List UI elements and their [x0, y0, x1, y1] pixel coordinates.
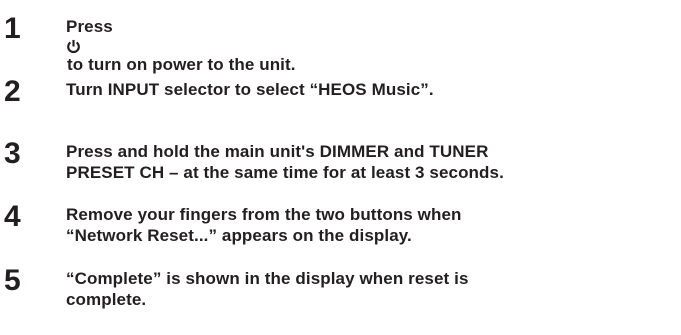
step-text-line-1: “Complete” is shown in the display when …: [66, 269, 469, 288]
step-text: Turn INPUT selector to select “HEOS Musi…: [66, 80, 434, 99]
step-text: “Complete” is shown in the display when …: [66, 268, 678, 310]
instruction-steps: 1 Press to turn on power to the unit. 2 …: [0, 0, 681, 335]
step-text: Press to turn on power to the unit.: [66, 16, 678, 77]
step-number: 4: [4, 200, 21, 233]
step-number: 1: [4, 12, 21, 45]
power-icon: [66, 39, 678, 54]
step-text-end: to turn on power to the unit.: [67, 55, 296, 74]
step-text-start: Press: [66, 17, 113, 36]
step-text-line-2: “Network Reset...” appears on the displa…: [66, 226, 412, 245]
step-text-line-1: Remove your fingers from the two buttons…: [66, 205, 462, 224]
step-text: Press and hold the main unit's DIMMER an…: [66, 141, 678, 183]
step-text: Remove your fingers from the two buttons…: [66, 204, 678, 246]
step-text-line-2: complete.: [66, 290, 147, 309]
step-text-line-1: Press and hold the main unit's DIMMER an…: [66, 142, 489, 161]
step-number: 5: [4, 264, 21, 297]
step-text-line-2: PRESET CH – at the same time for at leas…: [66, 163, 504, 182]
step-number: 2: [4, 75, 21, 108]
step-number: 3: [4, 137, 21, 170]
